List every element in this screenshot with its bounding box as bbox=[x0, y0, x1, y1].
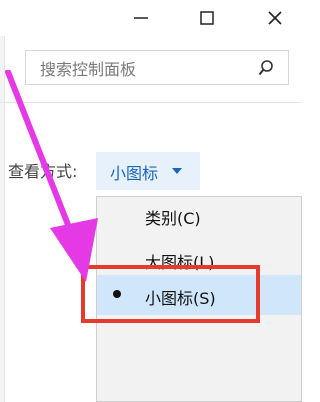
view-by-dropdown[interactable]: 小图标 bbox=[96, 152, 200, 190]
search-icon[interactable] bbox=[258, 59, 274, 77]
menu-item-category[interactable]: 类别(C) bbox=[97, 197, 301, 233]
minimize-button[interactable] bbox=[118, 0, 164, 36]
close-button[interactable] bbox=[252, 0, 298, 36]
minimize-icon bbox=[134, 17, 148, 19]
close-icon bbox=[268, 11, 282, 25]
chevron-down-icon bbox=[172, 168, 182, 174]
view-by-current: 小图标 bbox=[110, 164, 159, 183]
annotation-arrow-icon bbox=[5, 70, 98, 282]
menu-item-label: 类别(C) bbox=[145, 209, 201, 228]
title-bar bbox=[0, 0, 302, 36]
maximize-button[interactable] bbox=[184, 0, 230, 36]
maximize-icon bbox=[200, 11, 214, 25]
